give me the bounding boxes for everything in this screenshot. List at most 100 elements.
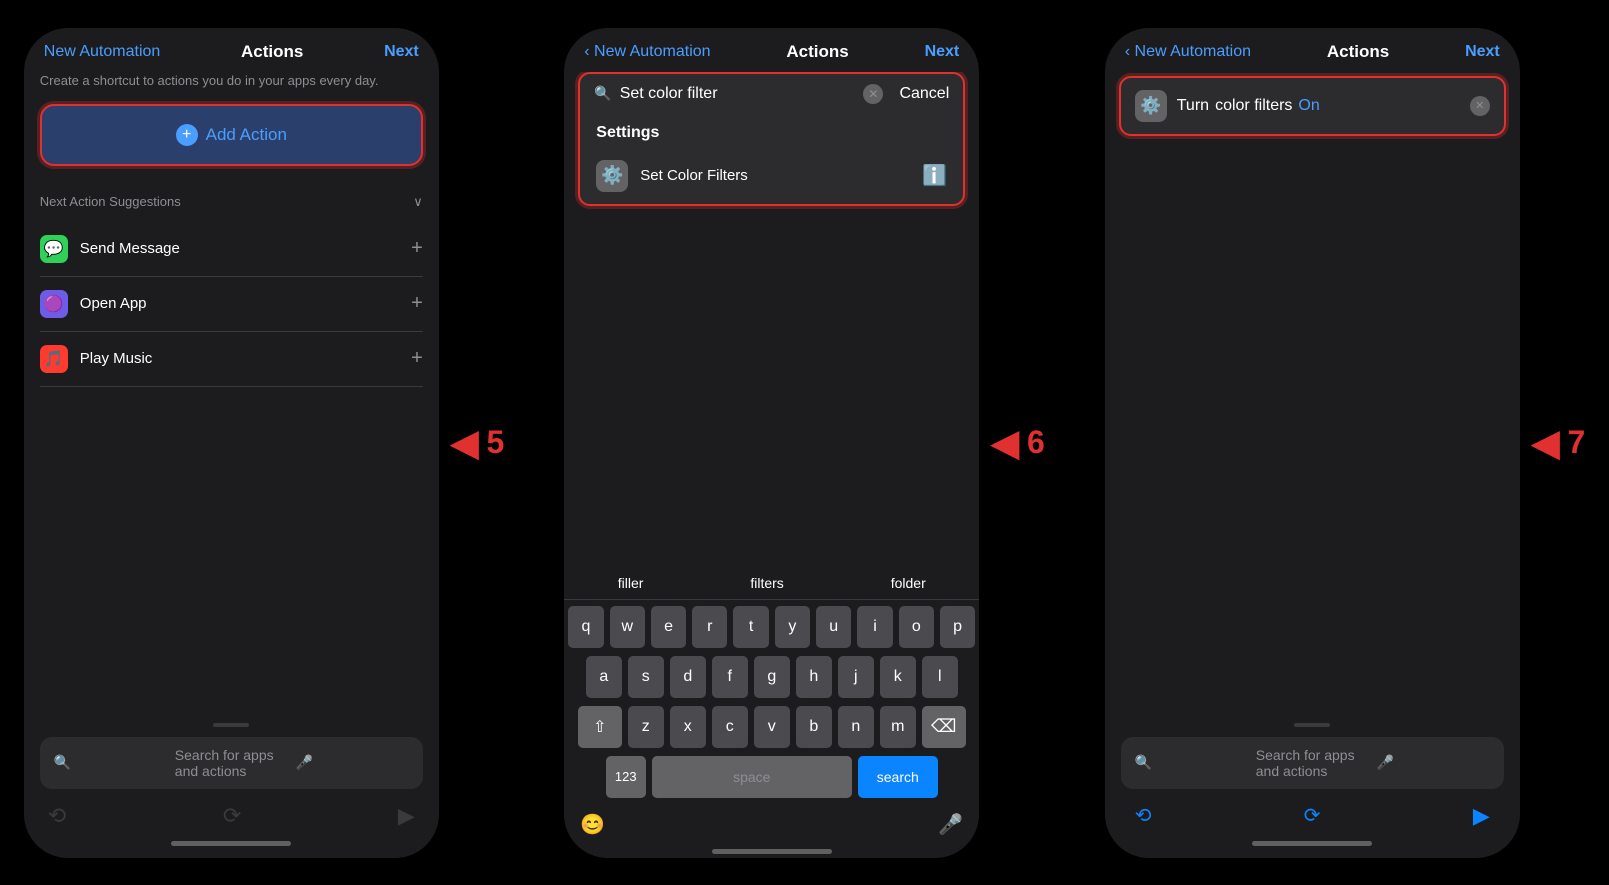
add-suggestion-btn[interactable]: +	[411, 292, 423, 315]
mic-key[interactable]: 🎤	[938, 812, 963, 837]
screen3-title: Actions	[1327, 42, 1389, 62]
chevron-down-icon[interactable]: ∨	[413, 194, 423, 210]
key-v[interactable]: v	[754, 706, 790, 748]
key-h[interactable]: h	[796, 656, 832, 698]
step6-arrow: ◀ 6	[991, 424, 1044, 461]
key-u[interactable]: u	[816, 606, 851, 648]
action-icons-row: ⟲ ⟳ ▶	[40, 799, 423, 833]
search-section: 🔍 Set color filter ✕ Cancel Settings ⚙️ …	[578, 72, 965, 206]
emoji-key[interactable]: 😊	[580, 812, 605, 837]
suggestions-title: Next Action Suggestions	[40, 194, 181, 209]
key-i[interactable]: i	[857, 606, 892, 648]
settings-header: Settings	[580, 114, 963, 148]
screen1-bottom-bar: 🔍 Search for apps and actions 🎤 ⟲ ⟳ ▶	[24, 723, 439, 858]
key-m[interactable]: m	[880, 706, 916, 748]
search-button[interactable]: search	[858, 756, 938, 798]
screen3-next-btn[interactable]: Next	[1465, 43, 1500, 61]
search-bar[interactable]: 🔍 Search for apps and actions 🎤	[40, 737, 423, 789]
key-n[interactable]: n	[838, 706, 874, 748]
info-icon[interactable]: ℹ️	[922, 163, 947, 188]
turn-color-filters-action[interactable]: ⚙️ Turn color filters On ✕	[1119, 76, 1506, 136]
key-123[interactable]: 123	[606, 756, 646, 798]
screen3: ‹ New Automation Actions Next ⚙️ Turn co…	[1105, 28, 1520, 858]
forward-btn[interactable]: ▶	[1473, 803, 1490, 829]
key-l[interactable]: l	[922, 656, 958, 698]
suggestion-send-message[interactable]: 💬 Send Message +	[40, 222, 423, 277]
suggestion-label: Open App	[80, 295, 147, 312]
mic-icon-s3[interactable]: 🎤	[1377, 754, 1490, 771]
suggestion-open-app[interactable]: 🟣 Open App +	[40, 277, 423, 332]
search-icon: 🔍	[54, 754, 167, 771]
key-x[interactable]: x	[670, 706, 706, 748]
screen2-navbar: ‹ New Automation Actions Next	[564, 28, 979, 72]
on-label[interactable]: On	[1298, 97, 1319, 115]
mic-icon[interactable]: 🎤	[296, 754, 409, 771]
key-c[interactable]: c	[712, 706, 748, 748]
home-indicator-s3	[1252, 841, 1372, 846]
key-b[interactable]: b	[796, 706, 832, 748]
add-action-button[interactable]: + Add Action	[40, 104, 423, 166]
key-r[interactable]: r	[692, 606, 727, 648]
action-text-row: Turn color filters On	[1177, 97, 1460, 115]
step6-label: 6	[1027, 424, 1045, 461]
key-j[interactable]: j	[838, 656, 874, 698]
set-color-filters-result[interactable]: ⚙️ Set Color Filters ℹ️	[580, 148, 963, 204]
key-s[interactable]: s	[628, 656, 664, 698]
key-g[interactable]: g	[754, 656, 790, 698]
space-key[interactable]: space	[652, 756, 852, 798]
screen1-next-btn[interactable]: Next	[384, 43, 419, 61]
key-f[interactable]: f	[712, 656, 748, 698]
clear-action-btn[interactable]: ✕	[1470, 96, 1490, 116]
screen3-navbar: ‹ New Automation Actions Next	[1105, 28, 1520, 72]
search-placeholder: Search for apps and actions	[175, 747, 288, 779]
add-suggestion-btn[interactable]: +	[411, 237, 423, 260]
color-filters-label: color filters	[1215, 97, 1292, 115]
screen2: ‹ New Automation Actions Next 🔍 Set colo…	[564, 28, 979, 858]
suggestions-header: Next Action Suggestions ∨	[40, 194, 423, 210]
key-y[interactable]: y	[775, 606, 810, 648]
key-k[interactable]: k	[880, 656, 916, 698]
screen2-back-btn[interactable]: ‹ New Automation	[584, 43, 710, 61]
key-z[interactable]: z	[628, 706, 664, 748]
result-icon: ⚙️	[596, 160, 628, 192]
add-suggestion-btn[interactable]: +	[411, 347, 423, 370]
search-bar-s3[interactable]: 🔍 Search for apps and actions 🎤	[1121, 737, 1504, 789]
result-name: Set Color Filters	[640, 167, 748, 184]
key-row-2: a s d f g h j k l	[568, 656, 975, 698]
arrow-left-icon: ◀	[1532, 425, 1560, 461]
key-row-4: 123 space search	[568, 756, 975, 798]
undo-btn[interactable]: ⟲	[1135, 803, 1152, 828]
suggestion-play-music[interactable]: 🎵 Play Music +	[40, 332, 423, 387]
pred-word-filler[interactable]: filler	[618, 575, 644, 591]
screen1: New Automation Actions Next Create a sho…	[24, 28, 439, 858]
key-t[interactable]: t	[733, 606, 768, 648]
cancel-search-btn[interactable]: Cancel	[891, 85, 949, 103]
keyboard-rows: q w e r t y u i o p a	[564, 600, 979, 804]
key-a[interactable]: a	[586, 656, 622, 698]
key-w[interactable]: w	[610, 606, 645, 648]
redo-btn[interactable]: ⟳	[1304, 803, 1321, 828]
step5-arrow: ◀ 5	[451, 424, 504, 461]
key-q[interactable]: q	[568, 606, 603, 648]
key-p[interactable]: p	[940, 606, 975, 648]
suggestion-label: Play Music	[80, 350, 153, 367]
search-input[interactable]: Set color filter	[620, 85, 856, 103]
clear-search-btn[interactable]: ✕	[863, 84, 883, 104]
shift-key[interactable]: ⇧	[578, 706, 622, 748]
key-o[interactable]: o	[899, 606, 934, 648]
suggestion-label: Send Message	[80, 240, 180, 257]
screen1-back-btn[interactable]: New Automation	[44, 43, 161, 61]
key-e[interactable]: e	[651, 606, 686, 648]
delete-key[interactable]: ⌫	[922, 706, 966, 748]
play-music-icon: 🎵	[40, 345, 68, 373]
step7-arrow: ◀ 7	[1532, 424, 1585, 461]
screen2-next-btn[interactable]: Next	[925, 43, 960, 61]
search-input-row: 🔍 Set color filter ✕ Cancel	[580, 74, 963, 114]
pred-word-filters[interactable]: filters	[750, 575, 783, 591]
arrow-left-icon: ◀	[451, 425, 479, 461]
screen1-title: Actions	[241, 42, 303, 62]
key-d[interactable]: d	[670, 656, 706, 698]
screen3-back-btn[interactable]: ‹ New Automation	[1125, 43, 1251, 61]
pred-word-folder[interactable]: folder	[891, 575, 926, 591]
screen2-title: Actions	[786, 42, 848, 62]
